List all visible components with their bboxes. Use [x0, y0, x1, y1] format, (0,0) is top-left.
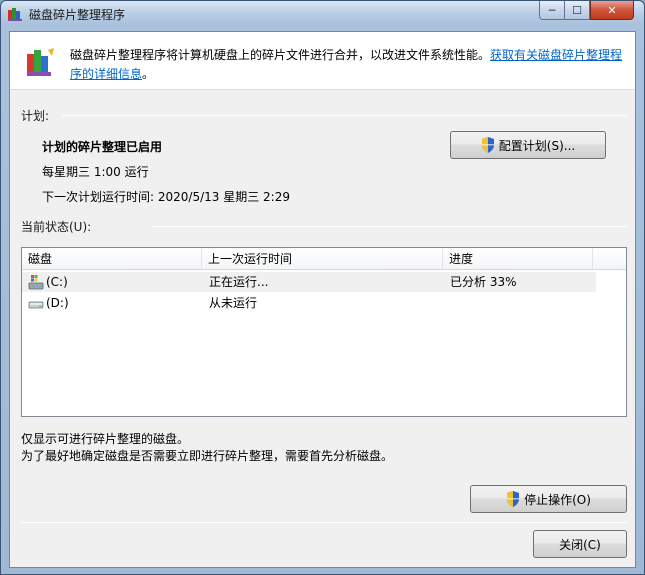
drive-icon — [28, 301, 44, 309]
bottom-separator — [21, 522, 627, 523]
status-separator — [152, 226, 627, 227]
configure-schedule-button[interactable]: 配置计划(S)... — [450, 131, 606, 159]
disk-d-last-run: 从未运行 — [209, 296, 258, 310]
status-section-label: 当前状态(U): — [21, 220, 92, 234]
link-suffix: 。 — [142, 67, 155, 81]
disk-d-name: (D:) — [46, 296, 69, 310]
schedule-frequency: 每星期三 1:00 运行 — [42, 165, 149, 179]
stop-operation-label: 停止操作(O) — [524, 492, 591, 507]
close-dialog-label: 关闭(C) — [559, 537, 601, 552]
note-line-1: 仅显示可进行碎片整理的磁盘。 — [21, 432, 190, 446]
disk-list[interactable]: 磁盘 上一次运行时间 进度 (C:) 正在运行... 已分析 33% (D:) … — [21, 247, 627, 417]
column-last-run[interactable]: 上一次运行时间 — [202, 248, 443, 270]
schedule-next-run: 下一次计划运行时间: 2020/5/13 星期三 2:29 — [42, 190, 290, 204]
schedule-separator — [62, 115, 627, 116]
note-line-2: 为了最好地确定磁盘是否需要立即进行碎片整理，需要首先分析磁盘。 — [21, 449, 394, 463]
minimize-icon: ─ — [548, 3, 556, 17]
system-drive-icon — [28, 275, 44, 290]
window-title: 磁盘碎片整理程序 — [29, 8, 126, 22]
configure-schedule-label: 配置计划(S)... — [498, 138, 576, 153]
minimize-button[interactable]: ─ — [539, 1, 565, 20]
stop-operation-button[interactable]: 停止操作(O) — [470, 485, 627, 513]
disk-row-d[interactable]: (D:) 从未运行 — [22, 293, 596, 313]
description-text: 磁盘碎片整理程序将计算机硬盘上的碎片文件进行合并，以改进文件系统性能。 — [70, 48, 491, 62]
schedule-section-label: 计划: — [21, 109, 50, 123]
header-description: 磁盘碎片整理程序将计算机硬盘上的碎片文件进行合并，以改进文件系统性能。获取有关磁… — [70, 46, 625, 84]
close-window-button[interactable]: ✕ — [590, 1, 634, 20]
defrag-app-icon — [8, 8, 22, 21]
title-bar[interactable]: 磁盘碎片整理程序 ─ ☐ ✕ — [1, 1, 644, 25]
disk-c-progress: 已分析 33% — [450, 275, 517, 289]
maximize-icon: ☐ — [572, 3, 582, 17]
close-icon: ✕ — [607, 3, 617, 17]
disk-list-header: 磁盘 上一次运行时间 进度 — [22, 248, 626, 270]
disk-c-last-run: 正在运行... — [209, 275, 269, 289]
defrag-window: 磁盘碎片整理程序 ─ ☐ ✕ 磁盘碎片整理程序将计算机硬盘上的碎片文件进行合并，… — [0, 0, 645, 575]
uac-shield-icon — [507, 491, 520, 507]
schedule-status: 计划的碎片整理已启用 — [42, 140, 163, 154]
close-dialog-button[interactable]: 关闭(C) — [533, 530, 627, 558]
disk-c-name: (C:) — [46, 275, 68, 289]
uac-shield-icon — [481, 137, 494, 153]
dialog-client-area: 磁盘碎片整理程序将计算机硬盘上的碎片文件进行合并，以改进文件系统性能。获取有关磁… — [9, 31, 636, 568]
column-progress[interactable]: 进度 — [443, 248, 593, 270]
column-disk[interactable]: 磁盘 — [22, 248, 202, 270]
maximize-button[interactable]: ☐ — [564, 1, 590, 20]
header-area: 磁盘碎片整理程序将计算机硬盘上的碎片文件进行合并，以改进文件系统性能。获取有关磁… — [10, 32, 635, 90]
defrag-large-icon — [27, 48, 54, 76]
disk-row-c[interactable]: (C:) 正在运行... 已分析 33% — [22, 272, 596, 292]
